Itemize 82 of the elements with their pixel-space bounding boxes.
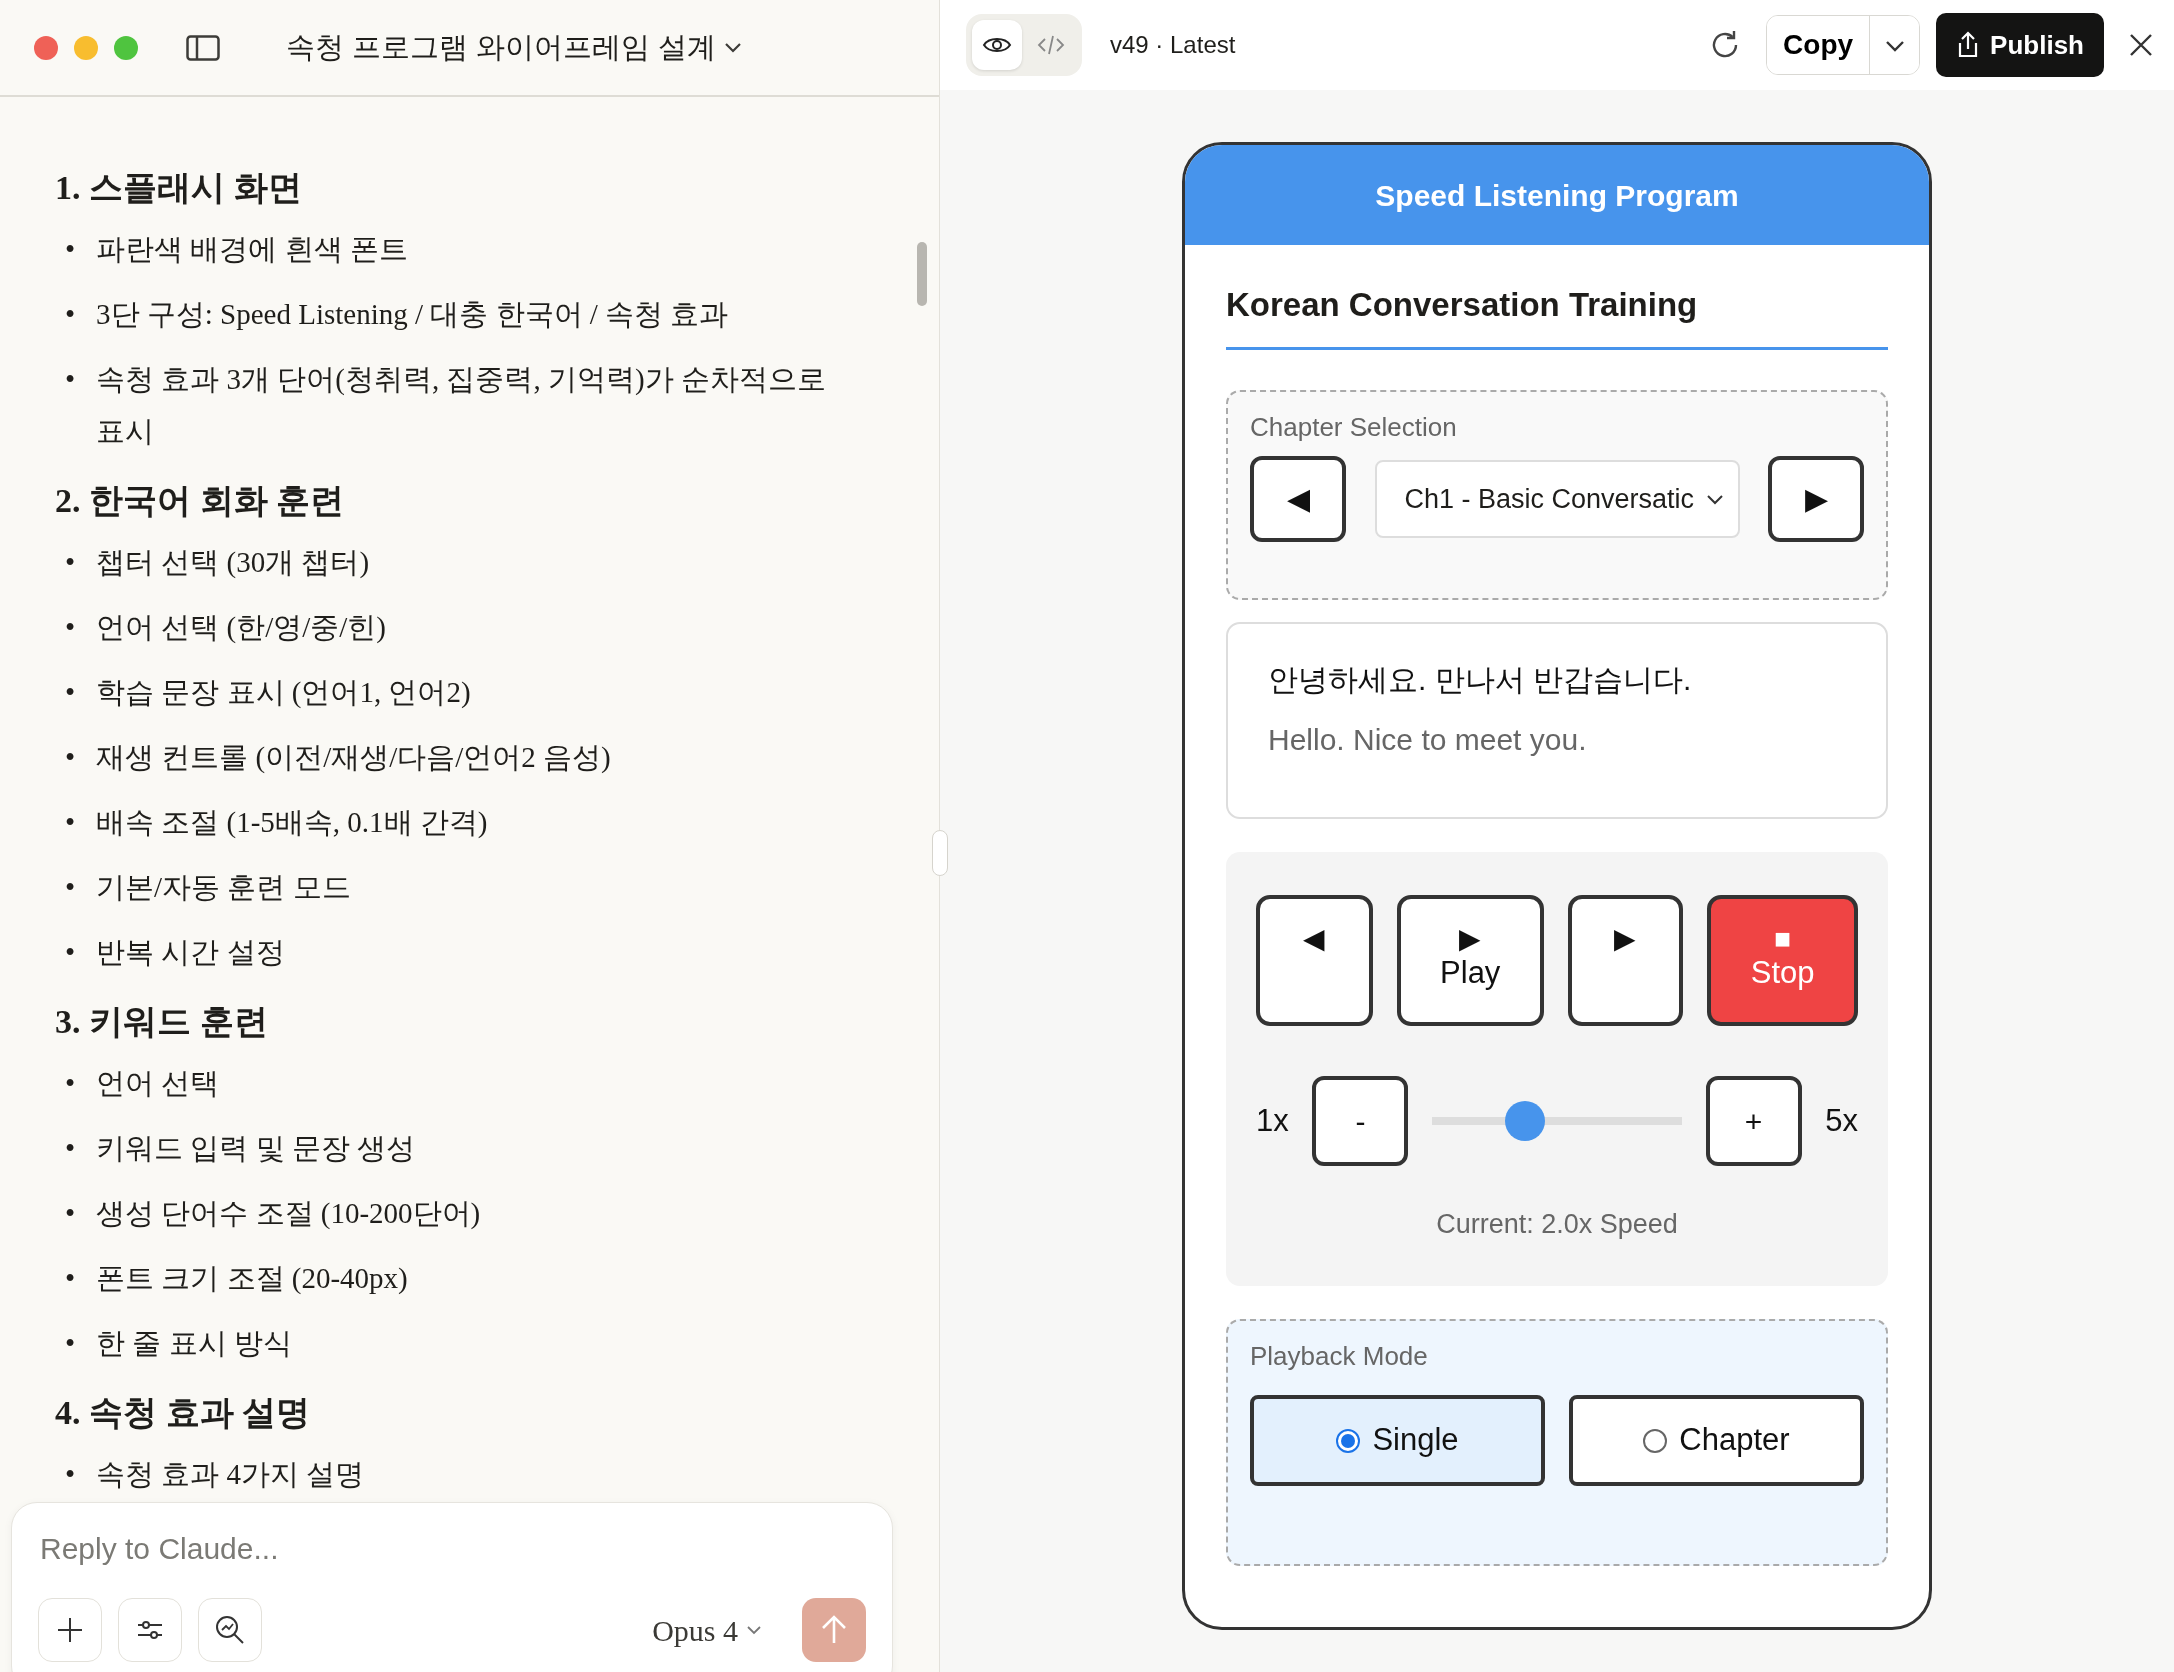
eye-icon (982, 35, 1012, 55)
preview-button[interactable] (972, 20, 1022, 70)
conversation-title[interactable]: 속청 프로그램 와이어프레임 설계 (286, 25, 717, 70)
play-button[interactable]: ▶ Play (1396, 895, 1544, 1026)
group-label: Playback Mode (1250, 1340, 1429, 1373)
reply-field[interactable]: Reply to Claude... (38, 1525, 866, 1572)
magnifier-chart-button[interactable] (198, 1598, 262, 1662)
caret-icon (1884, 39, 1905, 52)
bullet-mark: • (65, 1066, 77, 1101)
code-icon (1037, 34, 1065, 56)
previous-chapter-button[interactable]: ◀ (1250, 456, 1346, 542)
bullet-text: 키워드 입력 및 문장 생성 (96, 1131, 415, 1166)
bullet-mark: • (65, 1196, 77, 1231)
page-heading: Korean Conversation Training (1226, 286, 1698, 323)
bullet-text: 학습 문장 표시 (언어1, 언어2) (96, 675, 471, 710)
sidebar-toggle-icon[interactable] (186, 34, 220, 61)
max-speed-label: 5x (1825, 1101, 1858, 1140)
caret-icon (1705, 493, 1724, 505)
section-heading: 1. 스플래시 화면 (55, 168, 303, 208)
bullet-mark: • (65, 297, 77, 332)
arrow-up-icon (820, 1614, 848, 1646)
bullet-mark: • (65, 935, 77, 970)
slider-thumb[interactable] (1504, 1101, 1545, 1141)
bullet-mark: • (65, 1326, 77, 1361)
close-icon[interactable] (2128, 32, 2154, 58)
caret-icon (746, 1625, 762, 1635)
next-chapter-button[interactable]: ▶ (1768, 456, 1864, 542)
publish-button[interactable]: Publish (1936, 13, 2104, 77)
bullet-mark: • (65, 805, 77, 840)
scrollbar-thumb[interactable] (917, 242, 927, 306)
bullet-mark: • (65, 232, 77, 267)
chevron-down-icon[interactable] (724, 41, 743, 54)
bullet-text: 언어 선택 (96, 1066, 220, 1101)
bullet-text: 3단 구성: Speed Listening / 대충 한국어 / 속청 효과 (96, 297, 729, 332)
bullet-text: 재생 컨트롤 (이전/재생/다음/언어2 음성) (96, 740, 611, 775)
bullet-text: 챕터 선택 (30개 챕터) (96, 545, 370, 580)
section-heading: 2. 한국어 회화 훈련 (55, 481, 345, 521)
resize-handle[interactable] (932, 830, 948, 876)
bullet-text: 배속 조절 (1-5배속, 0.1배 간격) (96, 805, 488, 840)
sliders-button[interactable] (118, 1598, 182, 1662)
decrease-speed-button[interactable]: - (1312, 1076, 1409, 1166)
version-label: v49 · Latest (1110, 30, 1236, 60)
bullet-text: 폰트 크기 조절 (20-40px) (96, 1261, 408, 1296)
bullet-mark: • (65, 1457, 77, 1492)
mode-option[interactable]: Chapter (1569, 1395, 1864, 1486)
magnifier-chart-icon (214, 1614, 246, 1646)
bullet-mark: • (65, 870, 77, 905)
model-selector[interactable]: Opus 4 (652, 1607, 762, 1653)
close-window-button[interactable] (34, 35, 58, 60)
mode-option[interactable]: Single (1250, 1395, 1545, 1486)
increase-speed-button[interactable]: + (1705, 1076, 1802, 1166)
english-translation: Hello. Nice to meet you. (1268, 722, 1588, 758)
next-button[interactable]: ▶ (1567, 895, 1684, 1026)
bullet-text: 속청 효과 4가지 설명 (96, 1457, 365, 1492)
section-heading: 4. 속청 효과 설명 (55, 1393, 311, 1433)
bullet-mark: • (65, 1131, 77, 1166)
bullet-text: 속청 효과 3개 단어(청취력, 집중력, 기억력)가 순차적으로 표시 (96, 362, 827, 449)
bullet-text: 생성 단어수 조절 (10-200단어) (96, 1196, 481, 1231)
current-speed-text: Current: 2.0x Speed (1436, 1209, 1678, 1239)
bullet-text: 기본/자동 훈련 모드 (96, 870, 351, 905)
bullet-mark: • (65, 545, 77, 580)
bullet-mark: • (65, 362, 77, 397)
min-speed-label: 1x (1256, 1101, 1289, 1140)
bullet-text: 언어 선택 (한/영/중/힌) (96, 610, 386, 645)
bullet-text: 파란색 배경에 흰색 폰트 (96, 232, 408, 267)
bullet-text: 반복 시간 설정 (96, 935, 285, 970)
bullet-mark: • (65, 675, 77, 710)
add-button[interactable] (38, 1598, 102, 1662)
chapter-dropdown[interactable]: Ch1 - Basic Conversatic (1374, 460, 1740, 538)
section-heading: 3. 키워드 훈련 (55, 1002, 269, 1042)
maximize-window-button[interactable] (114, 35, 138, 60)
korean-sentence: 안녕하세요. 만나서 반갑습니다. (1268, 662, 1693, 698)
group-label: Chapter Selection (1250, 411, 1458, 444)
send-button[interactable] (802, 1598, 866, 1662)
bullet-mark: • (65, 740, 77, 775)
bullet-mark: • (65, 610, 77, 645)
bullet-text: 한 줄 표시 방식 (96, 1326, 292, 1361)
minimize-window-button[interactable] (74, 35, 98, 60)
app-title: Speed Listening Program (1375, 177, 1739, 214)
stop-button[interactable]: ■ Stop (1707, 895, 1858, 1026)
bullet-mark: • (65, 1261, 77, 1296)
previous-button[interactable]: ◀ (1256, 895, 1373, 1026)
